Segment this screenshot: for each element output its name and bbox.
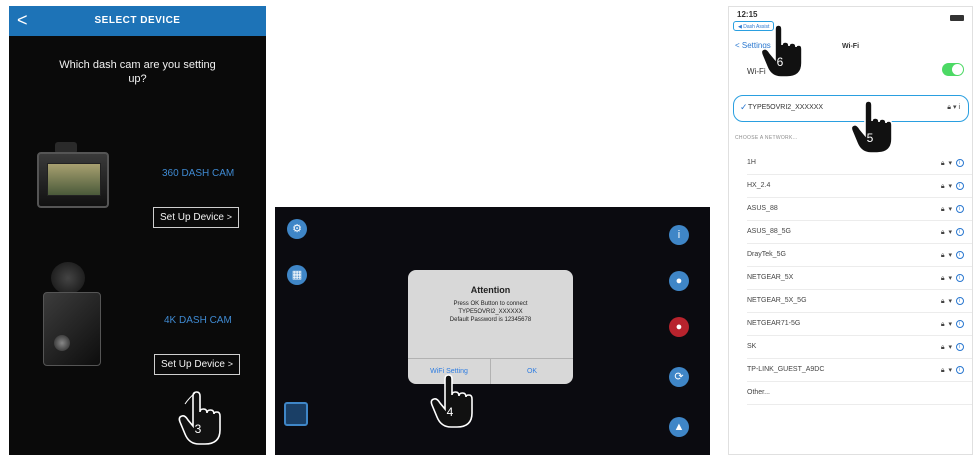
info-icon[interactable]: i xyxy=(956,159,964,168)
signal-icons: 🔒︎ ▾ i xyxy=(941,343,964,352)
wifi-toggle[interactable] xyxy=(942,63,964,76)
signal-icons: 🔒︎ ▾ i xyxy=(941,159,964,168)
info-icon[interactable]: i xyxy=(956,366,964,375)
network-name: ASUS_88_5G xyxy=(747,228,791,235)
section-label: CHOOSE A NETWORK... xyxy=(735,135,798,141)
dash-cam-4k-image xyxy=(29,262,109,372)
dash-cam-360-image xyxy=(25,142,115,212)
instruction-graphic: < SELECT DEVICE Which dash cam are you s… xyxy=(0,0,973,457)
signal-icons: 🔒︎ ▾ i xyxy=(941,251,964,260)
setup-device-button-4k[interactable]: Set Up Device > xyxy=(154,354,240,375)
tap-hand-icon: 5 xyxy=(849,99,895,155)
network-name: Other... xyxy=(747,389,770,396)
info-icon[interactable]: i xyxy=(956,343,964,352)
network-row[interactable]: TP-LINK_GUEST_A9DC 🔒︎ ▾ i xyxy=(729,360,972,382)
signal-icons: 🔒︎ ▾ i xyxy=(941,182,964,191)
chevron-right-icon: > xyxy=(226,212,232,222)
dialog-line: Press OK Button to connect xyxy=(453,301,528,307)
chevron-right-icon: > xyxy=(227,359,233,369)
signal-icons: 🔒︎ ▾ i xyxy=(941,366,964,375)
network-name: SK xyxy=(747,343,757,350)
network-name: NETGEAR71-5G xyxy=(747,320,801,327)
network-name: NETGEAR_5X_5G xyxy=(747,297,807,304)
setup-device-button-360[interactable]: Set Up Device > xyxy=(153,207,239,228)
button-label: Set Up Device xyxy=(161,359,225,370)
network-row[interactable]: NETGEAR71-5G 🔒︎ ▾ i xyxy=(729,314,972,336)
settings-gear-icon[interactable]: ⚙ xyxy=(287,219,307,239)
info-icon[interactable]: i xyxy=(956,297,964,306)
camera-app-screen: ⚙ ▦ i ● ● ⟳ ▲ Attention Press OK Button … xyxy=(275,207,710,455)
network-name: DrayTek_5G xyxy=(747,251,786,258)
ios-wifi-settings-screen: 12:15 ◀ Dash Assist < Settings Wi-Fi Wi-… xyxy=(728,6,973,455)
signal-icons: 🔒︎ ▾ i xyxy=(941,320,964,329)
step-number: 6 xyxy=(776,55,784,69)
photo-icon[interactable]: ▲ xyxy=(669,417,689,437)
attention-dialog: Attention Press OK Button to connect TYP… xyxy=(408,270,573,384)
info-icon: i xyxy=(958,104,960,111)
network-row[interactable]: SK 🔒︎ ▾ i xyxy=(729,337,972,359)
info-icon[interactable]: i xyxy=(956,274,964,283)
tap-hand-icon: 3 xyxy=(177,390,223,446)
network-row[interactable]: NETGEAR_5X 🔒︎ ▾ i xyxy=(729,268,972,290)
signal-icons: 🔒︎ ▾ i xyxy=(947,104,960,111)
signal-icons: 🔒︎ ▾ i xyxy=(941,297,964,306)
network-name: HX_2.4 xyxy=(747,182,771,189)
record-icon[interactable]: ● xyxy=(669,317,689,337)
camera-switch-icon[interactable]: ⟳ xyxy=(669,367,689,387)
fullscreen-icon[interactable] xyxy=(284,402,308,426)
dialog-line: Default Password is 12345678 xyxy=(449,317,532,323)
step-number: 5 xyxy=(866,131,874,145)
info-icon[interactable]: i xyxy=(956,182,964,191)
device-name-4k: 4K DASH CAM xyxy=(164,315,232,326)
info-icon[interactable]: i xyxy=(956,205,964,214)
dialog-title: Attention xyxy=(470,285,511,295)
signal-icons: 🔒︎ ▾ i xyxy=(941,274,964,283)
step-number: 4 xyxy=(446,405,454,419)
network-row[interactable]: NETGEAR_5X_5G 🔒︎ ▾ i xyxy=(729,291,972,313)
header-bar: < SELECT DEVICE xyxy=(9,6,266,36)
ok-button[interactable]: OK xyxy=(490,359,573,384)
network-row[interactable]: HX_2.4 🔒︎ ▾ i xyxy=(729,176,972,198)
info-icon[interactable]: i xyxy=(956,228,964,237)
page-title: SELECT DEVICE xyxy=(94,15,181,26)
device-name-360: 360 DASH CAM xyxy=(162,168,235,179)
button-label: Set Up Device xyxy=(160,212,224,223)
network-row[interactable]: 1H 🔒︎ ▾ i xyxy=(729,153,972,175)
select-device-screen: < SELECT DEVICE Which dash cam are you s… xyxy=(9,6,266,455)
status-time: 12:15 xyxy=(737,10,758,19)
network-name: ASUS_88 xyxy=(747,205,778,212)
setup-question: Which dash cam are you setting up? xyxy=(59,59,216,85)
network-row[interactable]: Other... xyxy=(729,383,972,405)
microphone-icon[interactable]: ● xyxy=(669,271,689,291)
network-row[interactable]: ASUS_88 🔒︎ ▾ i xyxy=(729,199,972,221)
network-name: TP-LINK_GUEST_A9DC xyxy=(747,366,825,373)
network-row[interactable]: ASUS_88_5G 🔒︎ ▾ i xyxy=(729,222,972,244)
network-row[interactable]: DrayTek_5G 🔒︎ ▾ i xyxy=(729,245,972,267)
signal-icons: 🔒︎ ▾ i xyxy=(941,205,964,214)
dialog-line: TYPE5OVRI2_XXXXXX xyxy=(458,309,523,315)
dialog-message: Press OK Button to connect TYPE5OVRI2_XX… xyxy=(408,300,573,324)
info-icon[interactable]: i xyxy=(956,251,964,260)
network-name: 1H xyxy=(747,159,756,166)
tap-hand-icon: 4 xyxy=(429,373,475,429)
checkmark-icon: ✓ xyxy=(740,102,748,112)
info-icon[interactable]: i xyxy=(956,320,964,329)
signal-icons: 🔒︎ ▾ i xyxy=(941,228,964,237)
step-number: 3 xyxy=(194,422,202,436)
info-icon[interactable]: i xyxy=(669,225,689,245)
tap-hand-icon: 6 xyxy=(759,23,805,79)
network-name: NETGEAR_5X xyxy=(747,274,794,281)
network-name: TYPE5OVRI2_XXXXXX xyxy=(748,104,824,111)
battery-icon xyxy=(950,15,964,21)
gallery-icon[interactable]: ▦ xyxy=(287,265,307,285)
